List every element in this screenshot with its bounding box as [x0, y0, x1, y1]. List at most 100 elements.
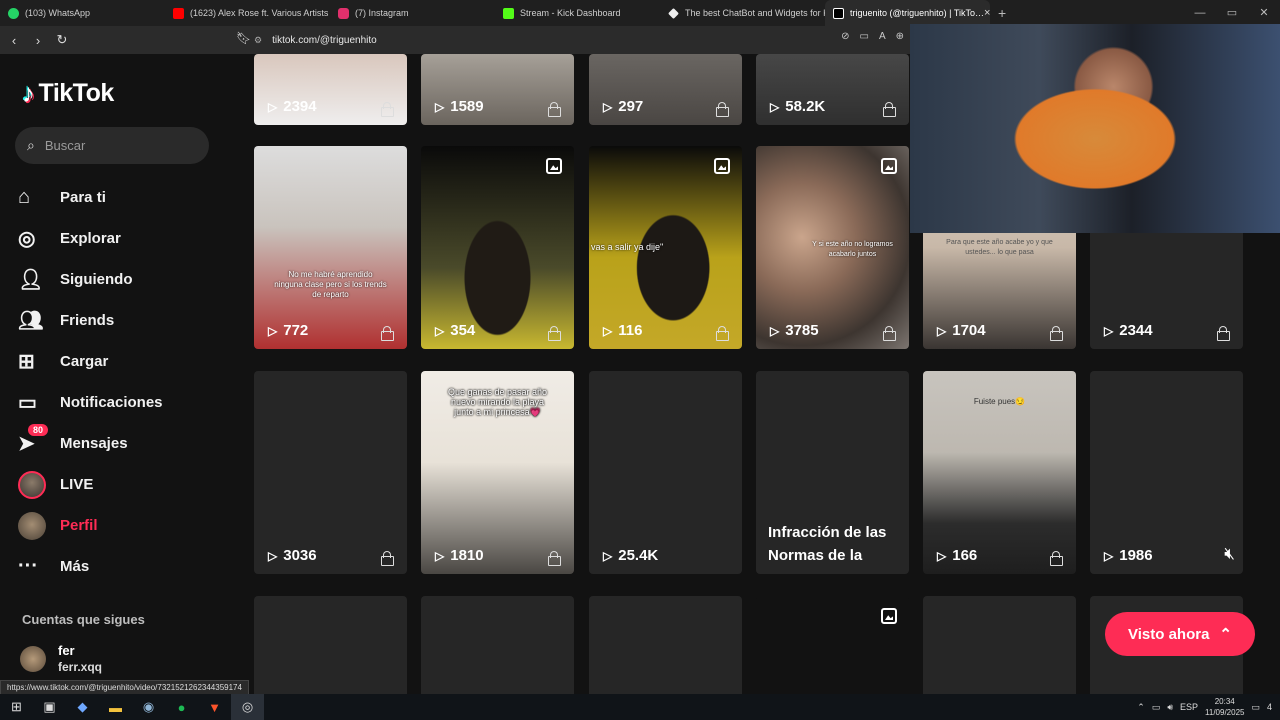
visto-ahora-button[interactable]: Visto ahora ⌃ — [1105, 612, 1255, 656]
url-text[interactable]: tiktok.com/@triguenhito — [272, 35, 377, 46]
sidebar-item-mas[interactable]: ··· Más — [18, 546, 228, 587]
lock-icon — [883, 102, 896, 117]
tab-instagram[interactable]: (7) Instagram — [330, 0, 495, 26]
video-caption: No me habré aprendido ninguna clase pero… — [274, 270, 387, 299]
video-card[interactable]: ▷ 58.2K — [756, 54, 909, 125]
sidebar-item-mensajes[interactable]: ➤ 80 Mensajes — [18, 423, 228, 464]
minimize-icon[interactable]: — — [1184, 0, 1216, 26]
tab-chatbot[interactable]: The best ChatBot and Widgets for K… — [660, 0, 825, 26]
mute-icon[interactable]: 🔇︎ — [1224, 544, 1235, 564]
lock-icon — [883, 326, 896, 341]
tab-whatsapp[interactable]: (103) WhatsApp — [0, 0, 165, 26]
chatbot-icon — [668, 7, 679, 19]
sidebar-item-friends[interactable]: 👥︎ Friends — [18, 300, 228, 341]
video-card[interactable]: ▷ 297 — [589, 54, 742, 125]
video-card[interactable] — [589, 596, 742, 694]
address-bar[interactable]: ⚙ tiktok.com/@triguenhito — [254, 30, 904, 50]
home-icon: ⌂ — [18, 186, 31, 208]
video-card[interactable] — [254, 596, 407, 694]
view-count: ▷ 354 — [435, 322, 476, 339]
video-card-violation[interactable]: Infracción de las Normas de la — [756, 371, 909, 574]
search-icon: ⌕ — [27, 137, 35, 153]
lock-icon — [1217, 326, 1230, 341]
video-card[interactable] — [421, 596, 574, 694]
sidebar-item-label: Perfil — [60, 517, 98, 534]
reload-icon[interactable]: ↻ — [52, 32, 72, 48]
search-box[interactable]: ⌕ — [15, 127, 209, 164]
video-card[interactable]: ▷ 354 — [421, 146, 574, 349]
network-icon[interactable]: ▭ — [1152, 702, 1161, 713]
video-card[interactable]: vas a salir ya dije" ▷ 116 — [589, 146, 742, 349]
translate-icon[interactable]: A — [879, 31, 886, 42]
site-info-icon[interactable]: ⚙ — [254, 35, 262, 46]
chevron-up-icon[interactable]: ⌃ — [1137, 702, 1145, 713]
double-chevron-up-icon: ⌃ — [1219, 626, 1232, 643]
maximize-icon[interactable]: ▭ — [1216, 0, 1248, 26]
clock[interactable]: 20:34 11/09/2025 — [1205, 696, 1244, 718]
view-count: ▷ 1589 — [435, 98, 484, 115]
sidebar-item-siguiendo[interactable]: 👤︎ Siguiendo — [18, 259, 228, 300]
following-account[interactable]: fer ferr.xqq — [20, 642, 102, 676]
video-card[interactable]: No me habré aprendido ninguna clase pero… — [254, 146, 407, 349]
search-input[interactable] — [44, 138, 185, 153]
tab-label: Stream - Kick Dashboard — [520, 8, 621, 18]
view-count: ▷ 297 — [603, 98, 644, 115]
sidebar-item-label: Friends — [60, 312, 115, 329]
tab-tiktok[interactable]: triguenito (@triguenhito) | TikTo… × — [825, 0, 990, 26]
video-card[interactable]: ▷ 1589 — [421, 54, 574, 125]
volume-icon[interactable]: 🔊︎ — [1167, 702, 1173, 713]
copilot-icon[interactable]: ◆ — [66, 694, 99, 720]
view-count: ▷ 1704 — [937, 322, 986, 339]
video-card[interactable]: Fuiste pues😏 ▷ 166 — [923, 371, 1076, 574]
back-icon[interactable]: ‹ — [4, 33, 24, 48]
close-window-icon[interactable]: ✕ — [1248, 0, 1280, 26]
tab-kick[interactable]: Stream - Kick Dashboard — [495, 0, 660, 26]
play-icon: ▷ — [1104, 323, 1114, 338]
sidebar-item-label: Siguiendo — [60, 271, 133, 288]
close-tab-icon[interactable]: × — [984, 7, 990, 19]
steam-icon[interactable]: ◉ — [132, 694, 165, 720]
tiktok-logo[interactable]: ♪ TikTok — [22, 78, 114, 109]
tab-youtube[interactable]: (1623) Alex Rose ft. Various Artists - … — [165, 0, 330, 26]
video-card[interactable]: Y si este año no logramos acabarlo junto… — [756, 146, 909, 349]
view-count: ▷ 58.2K — [770, 98, 826, 115]
language-indicator[interactable]: ESP — [1180, 702, 1198, 712]
tracking-icon[interactable]: ⊘ — [841, 31, 849, 42]
sidebar-item-para-ti[interactable]: ⌂ Para ti — [18, 177, 228, 218]
sidebar-item-explorar[interactable]: ◎ Explorar — [18, 218, 228, 259]
video-card[interactable]: ▷ 3036 — [254, 371, 407, 574]
new-tab-button[interactable]: + — [998, 5, 1006, 21]
view-count: ▷ 1810 — [435, 547, 484, 564]
file-explorer-icon[interactable]: ▬ — [99, 694, 132, 720]
view-count: ▷ 116 — [603, 322, 643, 339]
friends-icon: 👥︎ — [18, 310, 44, 332]
video-card[interactable] — [923, 596, 1076, 694]
cast-icon[interactable]: ▭ — [859, 31, 868, 42]
video-card[interactable]: ▷ 1986 🔇︎ — [1090, 371, 1243, 574]
sidebar-item-label: Mensajes — [60, 435, 128, 452]
notification-icon[interactable]: ▭ — [1251, 702, 1260, 713]
video-card[interactable] — [756, 596, 909, 694]
tab-label: (1623) Alex Rose ft. Various Artists - … — [190, 8, 330, 18]
video-card[interactable]: ▷ 25.4K — [589, 371, 742, 574]
brave-icon[interactable]: ▼ — [198, 694, 231, 720]
windows-start-icon[interactable]: ⊞ — [0, 694, 33, 720]
video-card[interactable]: ▷ 2394 — [254, 54, 407, 125]
bookmark-icon[interactable]: 🔖︎ — [236, 31, 251, 45]
sidebar-item-perfil[interactable]: Perfil — [18, 505, 228, 546]
date: 11/09/2025 — [1205, 708, 1245, 717]
task-view-icon[interactable]: ▣ — [33, 694, 66, 720]
forward-icon[interactable]: › — [28, 33, 48, 48]
obs-icon[interactable]: ◎ — [231, 694, 264, 720]
sidebar-item-cargar[interactable]: ⊞ Cargar — [18, 341, 228, 382]
spotify-icon[interactable]: ● — [165, 694, 198, 720]
webcam-overlay — [910, 24, 1280, 233]
sidebar-item-live[interactable]: LIVE — [18, 464, 228, 505]
zoom-icon[interactable]: ⊕ — [896, 31, 904, 42]
video-card[interactable]: Que ganas de pasar año nuevo mirando la … — [421, 371, 574, 574]
violation-notice: Infracción de las Normas de la — [768, 524, 887, 564]
view-count: ▷ 166 — [937, 547, 978, 564]
sidebar-nav: ⌂ Para ti ◎ Explorar 👤︎ Siguiendo 👥︎ Friends… — [18, 177, 228, 587]
following-title: Cuentas que sigues — [22, 612, 145, 627]
sidebar-item-notificaciones[interactable]: ▭ Notificaciones — [18, 382, 228, 423]
